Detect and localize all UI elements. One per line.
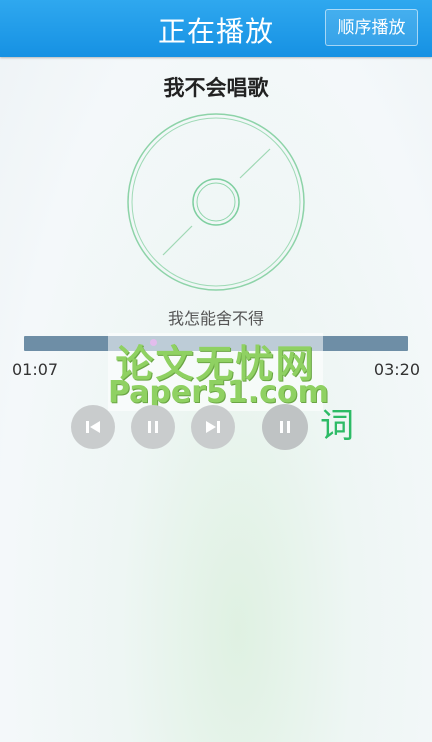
pause-icon [148,421,158,433]
pause-icon [280,421,290,433]
skip-next-icon [206,421,220,433]
pause-button[interactable] [131,405,175,449]
watermark: 论文无忧网 Paper51.com [108,333,329,411]
previous-button[interactable] [71,405,115,449]
play-order-button[interactable]: 顺序播放 [325,9,418,46]
lyrics-toggle-button[interactable]: 词 [320,406,354,446]
next-button[interactable] [191,405,235,449]
pause-button-secondary[interactable] [262,404,308,450]
disc-icon [127,113,305,291]
total-time: 03:20 [373,360,420,379]
current-lyric: 我怎能舍不得 [167,309,264,328]
top-bar: 正在播放 顺序播放 [0,0,432,57]
current-time: 01:07 [12,360,59,379]
skip-previous-icon [86,421,100,433]
song-title: 我不会唱歌 [163,76,269,100]
